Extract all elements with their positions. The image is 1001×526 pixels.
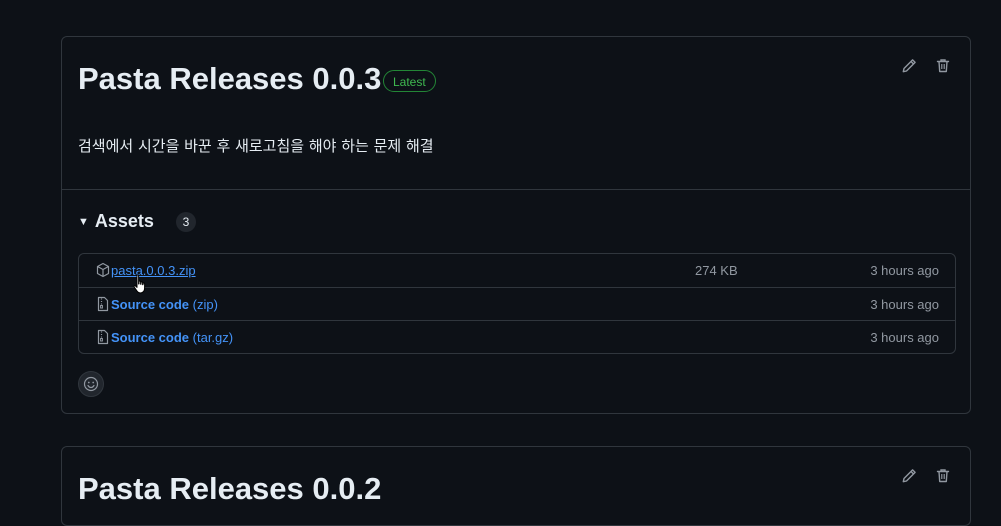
smiley-icon (83, 376, 99, 392)
asset-link-format: (zip) (189, 297, 218, 312)
asset-row: Source code (tar.gz) 3 hours ago (79, 320, 955, 353)
source-code-zip-link[interactable]: Source code (zip) (111, 297, 218, 312)
release-notes: 검색에서 시간을 바꾼 후 새로고침을 해야 하는 문제 해결 (78, 137, 434, 155)
edit-release-button[interactable] (898, 465, 920, 487)
asset-size: 274 KB (695, 263, 738, 278)
assets-toggle[interactable]: ▼ Assets 3 (78, 211, 196, 232)
asset-link-format: (tar.gz) (189, 330, 234, 345)
file-zip-icon (97, 329, 109, 345)
pencil-icon (902, 469, 916, 483)
delete-release-button[interactable] (932, 55, 954, 77)
release-title[interactable]: Pasta Releases 0.0.3 (78, 61, 381, 97)
file-zip-icon (97, 296, 109, 312)
release-card: Pasta Releases 0.0.3 Latest 검색에서 시간을 바꾼 … (61, 36, 971, 414)
pencil-icon (902, 59, 916, 73)
delete-release-button[interactable] (932, 465, 954, 487)
caret-down-icon: ▼ (78, 215, 89, 228)
edit-release-button[interactable] (898, 55, 920, 77)
release-card: Pasta Releases 0.0.2 (61, 446, 971, 526)
assets-list: pasta.0.0.3.zip 274 KB 3 hours ago Sourc… (78, 253, 956, 354)
asset-time: 3 hours ago (870, 297, 939, 312)
asset-link-label: Source code (111, 297, 190, 312)
add-reaction-button[interactable] (78, 371, 104, 397)
source-code-targz-link[interactable]: Source code (tar.gz) (111, 330, 233, 345)
asset-time: 3 hours ago (870, 330, 939, 345)
divider (62, 189, 970, 190)
trash-icon (936, 469, 950, 483)
asset-time: 3 hours ago (870, 263, 939, 278)
trash-icon (936, 59, 950, 73)
asset-row: Source code (zip) 3 hours ago (79, 287, 955, 320)
assets-label: Assets (94, 211, 154, 231)
latest-badge: Latest (383, 70, 436, 92)
asset-link-label: pasta.0.0.3.zip (111, 263, 196, 278)
asset-link-label: Source code (111, 330, 190, 345)
asset-link[interactable]: pasta.0.0.3.zip (111, 263, 196, 278)
asset-row: pasta.0.0.3.zip 274 KB 3 hours ago (79, 254, 955, 287)
assets-count-badge: 3 (175, 211, 196, 232)
package-icon (96, 262, 110, 278)
release-title[interactable]: Pasta Releases 0.0.2 (78, 471, 381, 507)
